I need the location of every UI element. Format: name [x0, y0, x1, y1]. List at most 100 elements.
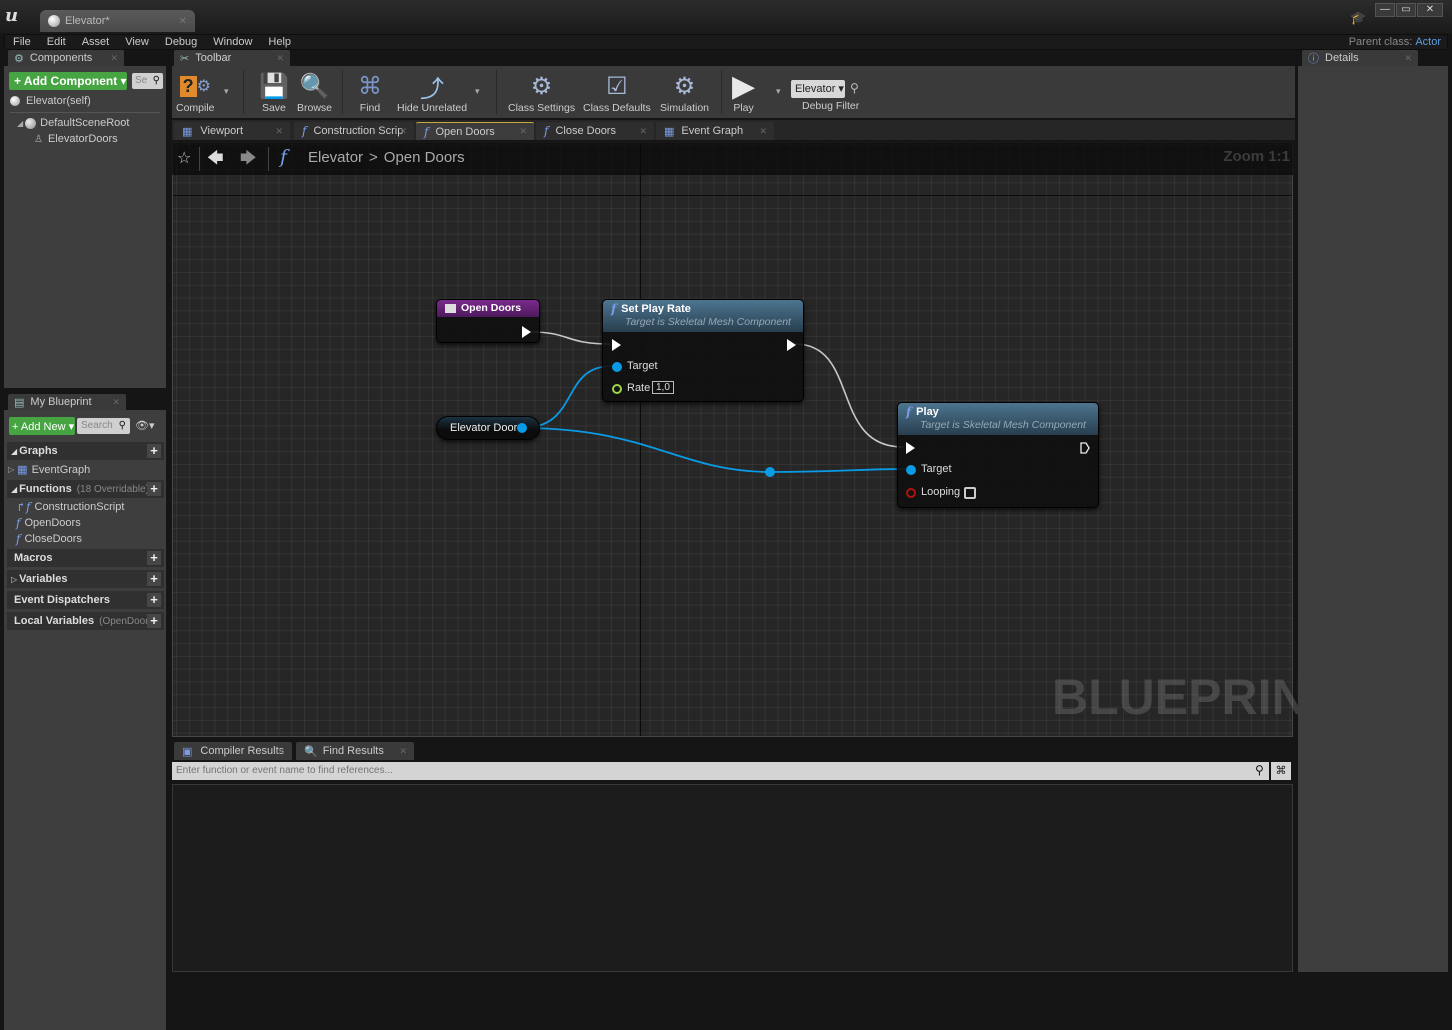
component-tree-item[interactable]: ♙ ElevatorDoors [34, 133, 118, 145]
back-arrow-icon[interactable]: 🡄 [207, 147, 224, 174]
learn-icon[interactable]: 🎓 [1350, 10, 1366, 26]
rate-value-input[interactable]: 1,0 [652, 381, 674, 394]
find-in-all-blueprints-button[interactable]: ⌘ [1271, 762, 1291, 780]
node-play[interactable]: f Play Target is Skeletal Mesh Component… [897, 402, 1099, 508]
simulation-button[interactable]: ⚙ Simulation [660, 70, 709, 115]
add-new-button[interactable]: + Add New ▾ [9, 417, 75, 435]
menu-view[interactable]: View [117, 36, 157, 48]
add-function-button[interactable]: + [147, 482, 161, 496]
tab-viewport[interactable]: ▦ Viewport ✕ [174, 122, 290, 140]
close-tab-icon[interactable]: ✕ [277, 746, 285, 757]
maximize-button[interactable]: ▭ [1396, 3, 1416, 17]
target-pin[interactable] [612, 362, 622, 372]
function-item[interactable]: f CloseDoors [16, 532, 82, 546]
menu-window[interactable]: Window [205, 36, 260, 48]
section-label: Local Variables [14, 615, 95, 627]
rate-pin[interactable] [612, 384, 622, 394]
section-event-dispatchers[interactable]: Event Dispatchers + [7, 591, 164, 609]
tab-details[interactable]: ⓘ Details ✕ [1302, 50, 1418, 66]
favorite-star-icon[interactable]: ☆ [177, 148, 191, 168]
function-item[interactable]: ↱f ConstructionScript [16, 500, 124, 514]
components-search-input[interactable]: Se ⚲ [132, 73, 163, 89]
compile-options-dropdown[interactable]: ▾ [224, 86, 229, 97]
component-self[interactable]: Elevator(self) [10, 95, 91, 107]
node-open-doors-entry[interactable]: Open Doors [436, 299, 540, 343]
my-blueprint-search-input[interactable]: Search ⚲ [77, 418, 130, 434]
node-elevator-doors-variable[interactable]: Elevator Doors [436, 416, 540, 440]
graph-item-eventgraph[interactable]: ▷ ▦ EventGraph [8, 463, 90, 477]
exec-out-pin[interactable] [522, 326, 531, 338]
tab-components[interactable]: ⚙ Components ✕ [8, 50, 124, 66]
breadcrumb-item[interactable]: Elevator [308, 149, 363, 166]
function-item[interactable]: f OpenDoors [16, 516, 81, 530]
close-tab-icon[interactable]: ✕ [639, 126, 647, 137]
section-graphs[interactable]: ◢ Graphs + [7, 442, 164, 460]
parent-class-link[interactable]: Actor [1415, 36, 1441, 48]
component-tree-item[interactable]: ◢ DefaultSceneRoot [17, 117, 129, 129]
menu-debug[interactable]: Debug [157, 36, 205, 48]
find-button[interactable]: ⌘ Find [358, 70, 382, 115]
expand-arrow-icon[interactable]: ◢ [17, 119, 23, 128]
tab-compiler-results[interactable]: ▣ Compiler Results ✕ [174, 742, 292, 760]
compile-button[interactable]: ? ⚙ Compile [176, 70, 215, 114]
add-macro-button[interactable]: + [147, 551, 161, 565]
add-variable-button[interactable]: + [147, 572, 161, 586]
exec-out-pin[interactable] [787, 339, 796, 351]
exec-out-pin[interactable] [1080, 442, 1090, 454]
menu-edit[interactable]: Edit [39, 36, 74, 48]
close-tab-icon[interactable]: ✕ [110, 53, 118, 64]
tab-open-doors[interactable]: f Open Doors ✕ [416, 122, 534, 140]
section-functions[interactable]: ◢ Functions (18 Overridable) + [7, 480, 164, 498]
hide-unrelated-button[interactable]: ⤴ Hide Unrelated [397, 70, 467, 115]
forward-arrow-icon[interactable]: 🡆 [240, 147, 257, 174]
close-tab-icon[interactable]: ✕ [112, 397, 120, 408]
menu-file[interactable]: File [5, 36, 39, 48]
play-button[interactable]: ▶ Play [732, 70, 755, 115]
close-window-button[interactable]: ✕ [1417, 3, 1443, 17]
close-tab-icon[interactable]: ✕ [759, 126, 767, 137]
exec-in-pin[interactable] [906, 442, 915, 454]
view-options-button[interactable]: 👁▾ [135, 419, 155, 432]
close-tab-icon[interactable]: ✕ [399, 126, 407, 137]
save-button[interactable]: 💾 Save [259, 70, 289, 115]
class-defaults-button[interactable]: ☑ Class Defaults [583, 70, 651, 115]
tab-find-results[interactable]: 🔍 Find Results ✕ [296, 742, 414, 760]
menu-help[interactable]: Help [260, 36, 299, 48]
close-tab-icon[interactable]: ✕ [276, 53, 284, 64]
minimize-button[interactable]: — [1375, 3, 1395, 17]
add-event-dispatcher-button[interactable]: + [147, 593, 161, 607]
looping-checkbox[interactable] [964, 487, 976, 499]
section-macros[interactable]: Macros + [7, 549, 164, 567]
tab-toolbar[interactable]: ✂ Toolbar ✕ [174, 50, 290, 66]
close-tab-icon[interactable]: ✕ [519, 126, 527, 137]
find-references-input[interactable] [172, 762, 1269, 780]
add-component-button[interactable]: + Add Component ▾ [9, 72, 127, 90]
section-variables[interactable]: ▷ Variables + [7, 570, 164, 588]
close-tab-icon[interactable]: ✕ [179, 16, 187, 27]
add-local-variable-button[interactable]: + [147, 614, 161, 628]
graph-canvas[interactable] [172, 142, 1293, 737]
tab-my-blueprint[interactable]: ▤ My Blueprint ✕ [8, 394, 126, 410]
tab-event-graph[interactable]: ▦ Event Graph ✕ [656, 122, 774, 140]
tab-construction-script[interactable]: f Construction Scrip ✕ [294, 122, 414, 140]
hide-unrelated-dropdown[interactable]: ▾ [475, 86, 480, 97]
play-options-dropdown[interactable]: ▾ [776, 86, 781, 97]
class-settings-button[interactable]: ⚙ Class Settings [508, 70, 575, 115]
exec-in-pin[interactable] [612, 339, 621, 351]
close-tab-icon[interactable]: ✕ [275, 126, 283, 137]
breadcrumb-item[interactable]: Open Doors [384, 149, 465, 166]
tab-close-doors[interactable]: f Close Doors ✕ [536, 122, 654, 140]
debug-filter-select[interactable]: Elevator ▾ [791, 80, 845, 98]
target-pin[interactable] [906, 465, 916, 475]
close-tab-icon[interactable]: ✕ [1404, 53, 1412, 64]
menu-asset[interactable]: Asset [74, 36, 118, 48]
node-set-play-rate[interactable]: f Set Play Rate Target is Skeletal Mesh … [602, 299, 804, 402]
close-tab-icon[interactable]: ✕ [399, 746, 407, 757]
browse-button[interactable]: 🔍 Browse [297, 70, 332, 115]
document-tab[interactable]: Elevator* ✕ [40, 10, 195, 32]
looping-pin[interactable] [906, 488, 916, 498]
section-local-variables[interactable]: Local Variables (OpenDoors) + [7, 612, 164, 630]
add-graph-button[interactable]: + [147, 444, 161, 458]
object-out-pin[interactable] [517, 423, 527, 433]
debug-search-icon[interactable]: ⚲ [850, 81, 859, 95]
